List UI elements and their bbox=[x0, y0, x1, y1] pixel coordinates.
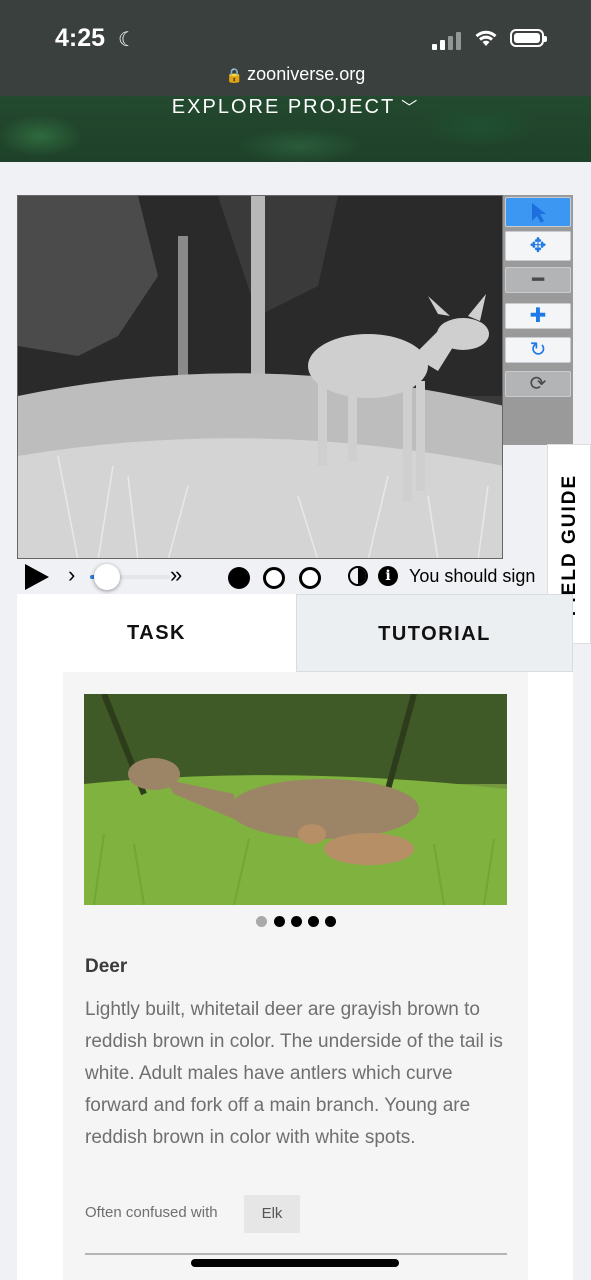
deer-example-image[interactable] bbox=[84, 694, 507, 905]
divider bbox=[85, 1253, 507, 1255]
carousel-dot[interactable] bbox=[308, 916, 319, 927]
address-bar[interactable]: 🔒 zooniverse.org bbox=[0, 64, 591, 85]
sign-in-message: You should sign bbox=[409, 566, 536, 586]
rotate-button[interactable]: ↻ bbox=[505, 337, 571, 363]
contrast-icon[interactable] bbox=[348, 566, 368, 586]
species-description: Lightly built, whitetail deer are grayis… bbox=[85, 999, 503, 1148]
chevron-down-icon: ﹀ bbox=[401, 100, 420, 117]
confused-with-elk-button[interactable]: Elk bbox=[244, 1195, 300, 1233]
subject-image[interactable] bbox=[17, 195, 503, 559]
reset-button[interactable]: ⟳ bbox=[505, 371, 571, 397]
species-title: Deer bbox=[85, 956, 128, 977]
cellular-signal-icon bbox=[432, 30, 462, 50]
viewer-toolbar: ✥ ━ ✚ ↻ ⟳ bbox=[503, 195, 573, 445]
frame-dot[interactable] bbox=[299, 567, 321, 589]
moon-icon: ☾ bbox=[118, 29, 136, 51]
wifi-icon bbox=[475, 30, 497, 46]
cursor-icon bbox=[532, 203, 546, 223]
move-tool-button[interactable]: ✥ bbox=[505, 231, 571, 261]
fast-forward-icon[interactable]: » bbox=[170, 562, 182, 588]
lock-icon: 🔒 bbox=[225, 67, 244, 83]
refresh-icon: ⟳ bbox=[529, 373, 547, 395]
plus-icon: ✚ bbox=[529, 305, 547, 327]
status-time: 4:25 bbox=[55, 24, 106, 52]
carousel-dot[interactable] bbox=[256, 916, 267, 927]
next-frame-icon[interactable]: › bbox=[68, 562, 75, 588]
explore-project-menu[interactable]: EXPLORE PROJECT ﹀ bbox=[0, 94, 591, 119]
tab-tutorial[interactable]: TUTORIAL bbox=[296, 594, 573, 672]
move-icon: ✥ bbox=[529, 235, 547, 257]
frame-controls: › » i You should sign bbox=[0, 560, 548, 594]
home-indicator[interactable] bbox=[191, 1259, 399, 1267]
top-header: 4:25 ☾ 🔒 zooniverse.org EXPLORE PROJECT ﹀ bbox=[0, 0, 591, 162]
carousel-dot[interactable] bbox=[274, 916, 285, 927]
frame-dot[interactable] bbox=[263, 567, 285, 589]
frame-dot[interactable] bbox=[228, 567, 250, 589]
url-text: zooniverse.org bbox=[247, 64, 366, 84]
play-icon[interactable] bbox=[25, 564, 49, 590]
tab-task[interactable]: TASK bbox=[17, 594, 296, 672]
minus-icon: ━ bbox=[531, 269, 545, 291]
pointer-tool-button[interactable] bbox=[505, 197, 571, 227]
zoom-in-button[interactable]: ✚ bbox=[505, 303, 571, 329]
speed-slider-handle[interactable] bbox=[94, 564, 120, 590]
info-icon[interactable]: i bbox=[378, 566, 398, 586]
zoom-out-button[interactable]: ━ bbox=[505, 267, 571, 293]
battery-icon bbox=[510, 29, 547, 47]
confused-with-label: Often confused with bbox=[85, 1204, 218, 1221]
rotate-icon: ↻ bbox=[529, 339, 547, 361]
carousel-dot[interactable] bbox=[325, 916, 336, 927]
explore-project-label: EXPLORE PROJECT bbox=[171, 96, 396, 118]
carousel-dot[interactable] bbox=[291, 916, 302, 927]
